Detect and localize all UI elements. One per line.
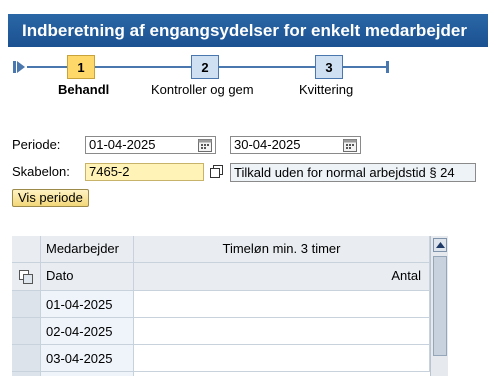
roadmap-step-3[interactable]: 3 xyxy=(315,55,343,79)
skabelon-description: Tilkald uden for normal arbejdstid § 24 xyxy=(230,163,476,182)
table-cell-antal[interactable] xyxy=(134,291,430,318)
row-selector[interactable] xyxy=(12,291,41,318)
table-cell-antal[interactable] xyxy=(134,318,430,345)
table-cell-date: 03-04-2025 xyxy=(41,345,134,372)
roadmap-end-icon xyxy=(377,61,389,73)
column-header-medarbejder: Medarbejder xyxy=(41,236,134,263)
roadmap-line xyxy=(95,66,191,68)
roadmap-line xyxy=(219,66,315,68)
select-all-icon[interactable] xyxy=(19,270,33,284)
roadmap: 1 2 3 Behandl Kontroller og gem Kvitteri… xyxy=(8,47,488,107)
arrow-up-icon xyxy=(436,242,445,248)
select-all-cell[interactable] xyxy=(12,263,41,291)
vis-periode-button[interactable]: Vis periode xyxy=(12,189,89,207)
scroll-thumb[interactable] xyxy=(433,256,447,356)
row-selector[interactable] xyxy=(12,345,41,372)
row-selector[interactable] xyxy=(12,372,41,376)
roadmap-start-icon xyxy=(13,61,25,73)
table-cell-date xyxy=(41,372,134,376)
calendar-icon[interactable] xyxy=(343,138,357,152)
table-cell-date: 02-04-2025 xyxy=(41,318,134,345)
skabelon-label: Skabelon: xyxy=(12,164,70,179)
scroll-up-button[interactable] xyxy=(433,238,447,252)
table-cell-antal[interactable] xyxy=(134,345,430,372)
periode-label: Periode: xyxy=(12,137,61,152)
roadmap-line xyxy=(343,66,379,68)
roadmap-line xyxy=(27,66,67,68)
column-header-antal: Antal xyxy=(134,263,430,291)
roadmap-step-3-label[interactable]: Kvittering xyxy=(299,82,353,97)
skabelon-field[interactable]: 7465-2 xyxy=(85,163,204,181)
periode-from-field[interactable]: 01-04-2025 xyxy=(85,136,216,154)
data-table: Medarbejder Timeløn min. 3 timer Dato An… xyxy=(12,236,488,376)
skabelon-value: 7465-2 xyxy=(89,164,130,179)
roadmap-step-1-label[interactable]: Behandl xyxy=(58,82,109,97)
roadmap-step-2[interactable]: 2 xyxy=(191,55,219,79)
vertical-scrollbar[interactable] xyxy=(430,236,448,376)
periode-to-value: 30-04-2025 xyxy=(234,137,301,152)
periode-to-field[interactable]: 30-04-2025 xyxy=(230,136,361,154)
column-header-dato: Dato xyxy=(41,263,134,291)
page-title: Indberetning af engangsydelser for enkel… xyxy=(8,14,488,47)
calendar-icon[interactable] xyxy=(198,138,212,152)
copy-icon[interactable] xyxy=(210,165,223,178)
roadmap-step-1[interactable]: 1 xyxy=(67,55,95,79)
table-cell-date: 01-04-2025 xyxy=(41,291,134,318)
roadmap-step-2-label[interactable]: Kontroller og gem xyxy=(151,82,254,97)
row-selector-header xyxy=(12,236,41,263)
column-header-timeloen: Timeløn min. 3 timer xyxy=(134,236,430,263)
periode-from-value: 01-04-2025 xyxy=(89,137,156,152)
row-selector[interactable] xyxy=(12,318,41,345)
